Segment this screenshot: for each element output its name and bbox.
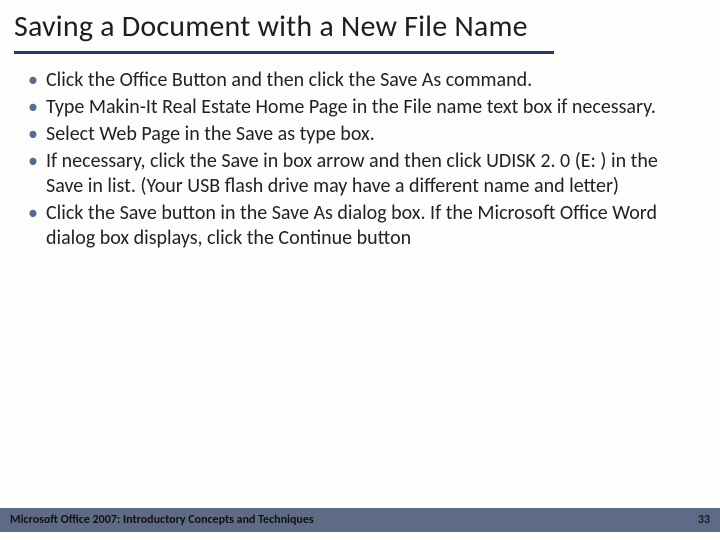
footer-bar: Microsoft Office 2007: Introductory Conc… — [0, 508, 720, 532]
list-item: Select Web Page in the Save as type box. — [24, 122, 696, 147]
slide: Saving a Document with a New File Name C… — [0, 0, 720, 540]
title-area: Saving a Document with a New File Name — [0, 0, 720, 54]
list-item: If necessary, click the Save in box arro… — [24, 149, 696, 199]
list-item: Type Makin-It Real Estate Home Page in t… — [24, 95, 696, 120]
footer-text: Microsoft Office 2007: Introductory Conc… — [10, 513, 314, 527]
list-item: Click the Office Button and then click t… — [24, 68, 696, 93]
bullet-list: Click the Office Button and then click t… — [24, 68, 696, 251]
slide-title: Saving a Document with a New File Name — [14, 10, 706, 45]
list-item: Click the Save button in the Save As dia… — [24, 201, 696, 251]
body-area: Click the Office Button and then click t… — [0, 54, 720, 251]
page-number: 33 — [698, 513, 710, 527]
